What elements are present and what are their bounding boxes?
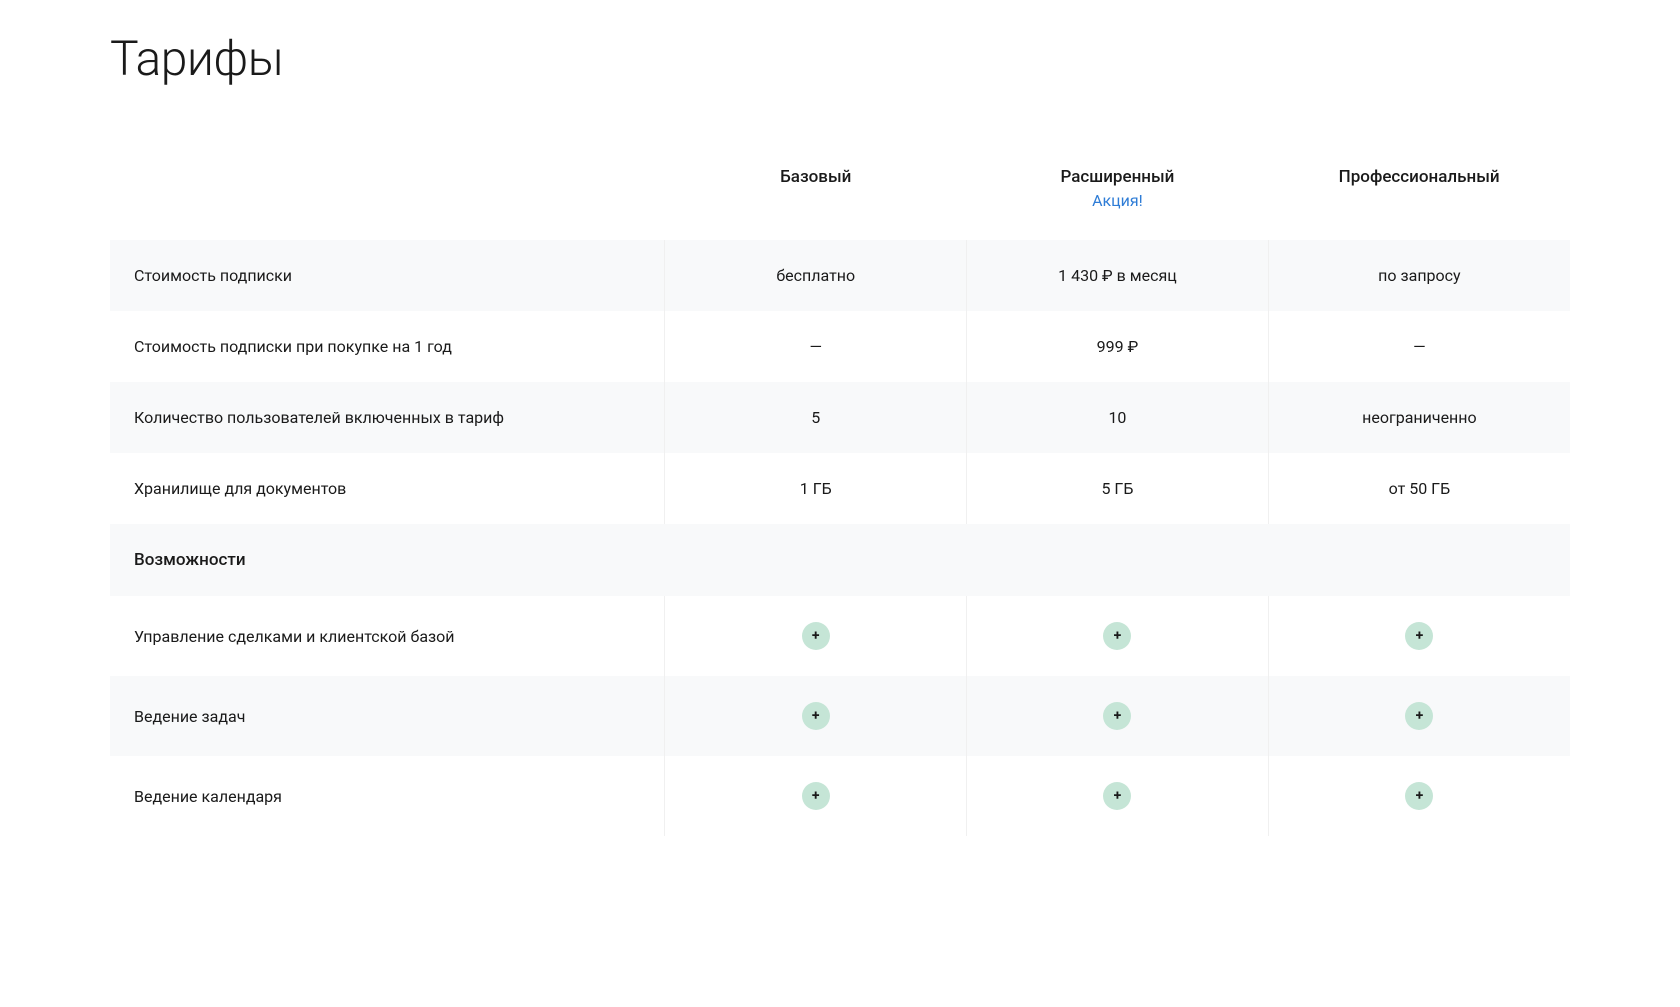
plus-icon: + [802, 782, 830, 810]
plus-icon: + [802, 702, 830, 730]
cell-value: + [1268, 676, 1570, 756]
row-label: Стоимость подписки при покупке на 1 год [110, 311, 665, 382]
plus-icon: + [1405, 702, 1433, 730]
cell-text: 5 [811, 408, 820, 427]
row-label: Хранилище для документов [110, 453, 665, 524]
cell-value: по запросу [1268, 240, 1570, 311]
cell-text: 999 ₽ [1097, 337, 1139, 356]
table-row: Управление сделками и клиентской базой + +… [110, 596, 1570, 676]
cell-text: по запросу [1378, 266, 1460, 285]
row-label: Стоимость подписки [110, 240, 665, 311]
cell-value: + [967, 676, 1269, 756]
cell-value: — [665, 311, 967, 382]
cell-text: от 50 ГБ [1389, 479, 1451, 498]
cell-value: + [665, 756, 967, 836]
plan-header-row: Базовый Расширенный Акция! Профессиональ… [110, 147, 1570, 240]
cell-text: 1 430 ₽ в месяц [1058, 266, 1177, 285]
cell-value: неограниченно [1268, 382, 1570, 453]
cell-text: 1 ГБ [800, 479, 832, 498]
cell-value: + [967, 596, 1269, 676]
pricing-table: Базовый Расширенный Акция! Профессиональ… [110, 147, 1570, 836]
cell-text: бесплатно [776, 266, 855, 285]
plan-header-basic: Базовый [665, 147, 967, 240]
cell-text: 10 [1108, 408, 1126, 427]
table-row: Ведение календаря + + + [110, 756, 1570, 836]
cell-value: 999 ₽ [967, 311, 1269, 382]
plan-name: Базовый [689, 167, 943, 187]
plan-name: Расширенный [991, 167, 1245, 187]
page-title: Тарифы [110, 30, 1570, 87]
plus-icon: + [802, 622, 830, 650]
cell-text: — [1413, 337, 1426, 356]
section-label: Возможности [110, 524, 1570, 596]
cell-text: 5 ГБ [1101, 479, 1133, 498]
plus-icon: + [1103, 622, 1131, 650]
plus-icon: + [1103, 702, 1131, 730]
plus-icon: + [1103, 782, 1131, 810]
cell-text: неограниченно [1362, 408, 1476, 427]
cell-value: от 50 ГБ [1268, 453, 1570, 524]
table-row: Стоимость подписки при покупке на 1 год —… [110, 311, 1570, 382]
row-label: Ведение календаря [110, 756, 665, 836]
table-row: Хранилище для документов 1 ГБ 5 ГБ от 50 ГБ [110, 453, 1570, 524]
section-header-row: Возможности [110, 524, 1570, 596]
plan-header-professional: Профессиональный [1268, 147, 1570, 240]
cell-value: + [665, 596, 967, 676]
cell-text: — [810, 337, 823, 356]
cell-value: + [967, 756, 1269, 836]
row-label: Ведение задач [110, 676, 665, 756]
row-label: Количество пользователей включенных в та… [110, 382, 665, 453]
table-row: Стоимость подписки бесплатно 1 430 ₽ в мес… [110, 240, 1570, 311]
cell-value: 5 ГБ [967, 453, 1269, 524]
cell-value: + [1268, 596, 1570, 676]
row-label: Управление сделками и клиентской базой [110, 596, 665, 676]
cell-value: + [665, 676, 967, 756]
cell-value: бесплатно [665, 240, 967, 311]
cell-value: 10 [967, 382, 1269, 453]
cell-value: — [1268, 311, 1570, 382]
cell-value: + [1268, 756, 1570, 836]
plan-header-extended: Расширенный Акция! [967, 147, 1269, 240]
cell-value: 1 430 ₽ в месяц [967, 240, 1269, 311]
plus-icon: + [1405, 622, 1433, 650]
plus-icon: + [1405, 782, 1433, 810]
cell-value: 1 ГБ [665, 453, 967, 524]
table-row: Ведение задач + + + [110, 676, 1570, 756]
cell-value: 5 [665, 382, 967, 453]
plan-name: Профессиональный [1292, 167, 1546, 187]
table-row: Количество пользователей включенных в та… [110, 382, 1570, 453]
plan-badge[interactable]: Акция! [991, 191, 1245, 210]
